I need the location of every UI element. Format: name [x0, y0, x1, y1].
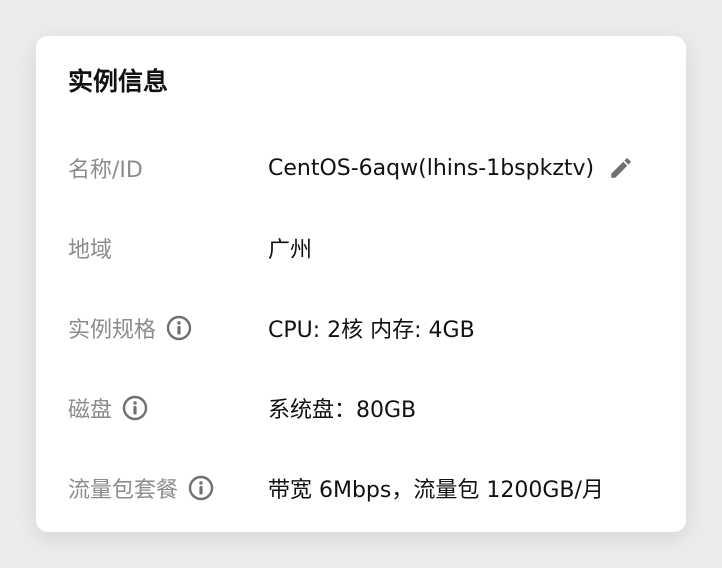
instance-info-card: 实例信息 名称/ID CentOS-6aqw(lhins-1bspkztv) 地…	[36, 36, 686, 532]
value-region: 广州	[268, 238, 313, 263]
card-title: 实例信息	[68, 67, 169, 96]
row-label: 磁盘	[68, 392, 268, 424]
value-instance-spec: CPU: 2核 内存: 4GB	[268, 318, 475, 343]
info-circle-icon[interactable]	[166, 315, 192, 341]
label-disk: 磁盘	[68, 398, 113, 423]
label-instance-spec: 实例规格	[68, 318, 157, 343]
value-disk: 系统盘：80GB	[268, 398, 417, 423]
pencil-edit-icon[interactable]	[608, 155, 634, 181]
row-value: 带宽 6Mbps，流量包 1200GB/月	[268, 472, 604, 504]
row-value: 广州	[268, 232, 312, 264]
row-value: CentOS-6aqw(lhins-1bspkztv)	[268, 155, 634, 181]
row-label: 名称/ID	[68, 152, 268, 184]
row-name-id: 名称/ID CentOS-6aqw(lhins-1bspkztv)	[68, 150, 654, 186]
label-name-id: 名称/ID	[68, 158, 143, 183]
info-circle-icon[interactable]	[188, 475, 214, 501]
row-label: 流量包套餐	[68, 472, 268, 504]
row-label: 实例规格	[68, 312, 268, 344]
row-region: 地域 广州	[68, 230, 654, 266]
info-circle-icon[interactable]	[122, 395, 148, 421]
row-label: 地域	[68, 232, 268, 264]
label-traffic-package: 流量包套餐	[68, 478, 179, 503]
row-value: CPU: 2核 内存: 4GB	[268, 312, 475, 344]
row-value: 系统盘：80GB	[268, 392, 416, 424]
value-name-id: CentOS-6aqw(lhins-1bspkztv)	[268, 155, 595, 181]
row-instance-spec: 实例规格 CPU: 2核 内存: 4GB	[68, 310, 654, 346]
row-disk: 磁盘 系统盘：80GB	[68, 390, 654, 426]
value-traffic-package: 带宽 6Mbps，流量包 1200GB/月	[268, 478, 604, 503]
label-region: 地域	[68, 238, 113, 263]
row-traffic-package: 流量包套餐 带宽 6Mbps，流量包 1200GB/月	[68, 470, 654, 506]
